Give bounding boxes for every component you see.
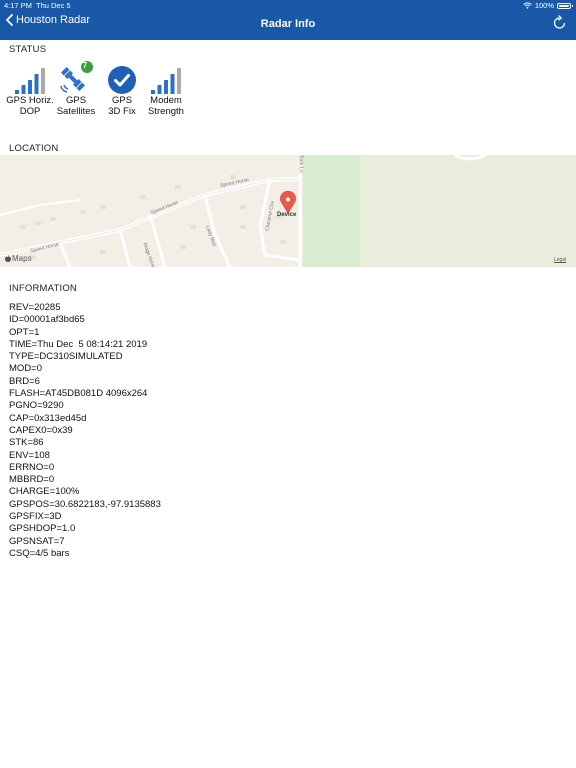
top-bar: 4:17 PM Thu Dec 5 100% Houston Radar Rad… bbox=[0, 0, 576, 40]
signal-bars-icon bbox=[15, 68, 45, 94]
info-line: OPT=1 bbox=[9, 326, 40, 338]
pin-label: Device bbox=[277, 212, 297, 218]
status-gps-hdop[interactable]: GPS Horiz. DOP bbox=[6, 61, 54, 117]
status-row: GPS Horiz. DOP 7 GPS Satellites GPS 3D F… bbox=[6, 61, 190, 117]
info-line: CSQ=4/5 bars bbox=[9, 547, 70, 559]
apple-maps-text: Maps bbox=[12, 254, 32, 263]
info-line: MBBRD=0 bbox=[9, 474, 55, 486]
checkmark-circle-icon bbox=[108, 66, 136, 94]
info-line: MOD=0 bbox=[9, 363, 42, 375]
refresh-button[interactable] bbox=[553, 15, 566, 35]
location-heading: LOCATION bbox=[9, 143, 59, 154]
info-line: GPSHDOP=1.0 bbox=[9, 523, 76, 535]
status-label-line1: GPS Horiz. bbox=[6, 95, 54, 106]
page-title: Radar Info bbox=[260, 18, 316, 30]
status-right: 100% bbox=[522, 0, 573, 11]
legal-link[interactable]: Legal bbox=[554, 257, 566, 263]
status-time: 4:17 PM bbox=[4, 1, 32, 10]
location-map[interactable]: Speed Horse Speed Horse Speed Horse Ches… bbox=[0, 155, 576, 267]
status-label-line2: DOP bbox=[19, 106, 41, 117]
info-line: TIME=Thu Dec 5 08:14:21 2019 bbox=[9, 338, 148, 350]
apple-maps-logo: Maps bbox=[5, 254, 32, 263]
battery-percent: 100% bbox=[534, 1, 554, 10]
information-list: REV=20285 ID=00001af3bd65 OPT=1 TIME=Thu… bbox=[9, 302, 161, 560]
status-label-line1: Modem bbox=[150, 95, 182, 106]
info-line: ID=00001af3bd65 bbox=[9, 314, 85, 326]
wifi-icon bbox=[522, 2, 532, 9]
info-line: ENV=108 bbox=[9, 449, 50, 461]
info-line: PGNO=9290 bbox=[9, 400, 64, 412]
info-line: BRD=6 bbox=[9, 375, 40, 387]
status-label-line2: Strength bbox=[148, 106, 184, 117]
info-line: GPSNSAT=7 bbox=[9, 535, 65, 547]
battery-icon bbox=[557, 2, 573, 9]
status-label-line2: Satellites bbox=[56, 106, 96, 117]
info-line: STK=86 bbox=[9, 437, 44, 449]
apple-icon bbox=[5, 255, 11, 262]
information-heading: INFORMATION bbox=[9, 283, 77, 294]
status-heading: STATUS bbox=[9, 44, 47, 55]
status-day: Thu Dec 5 bbox=[36, 1, 71, 10]
refresh-icon bbox=[553, 15, 566, 29]
info-line: CAPEX0=0x39 bbox=[9, 424, 73, 436]
status-label-line1: GPS bbox=[111, 95, 133, 106]
info-line: CAP=0x313ed45d bbox=[9, 412, 87, 424]
satellite-count-badge: 7 bbox=[82, 61, 88, 70]
street-label: Bark Ln bbox=[297, 155, 304, 173]
info-line: TYPE=DC310SIMULATED bbox=[9, 351, 123, 363]
status-bar: 4:17 PM Thu Dec 5 100% bbox=[0, 0, 576, 11]
info-line: FLASH=AT45DB081D 4096x264 bbox=[9, 388, 148, 400]
info-line: GPSFIX=3D bbox=[9, 511, 62, 523]
info-line: ERRNO=0 bbox=[9, 461, 55, 473]
info-line: REV=20285 bbox=[9, 302, 61, 313]
status-gps-satellites[interactable]: 7 GPS Satellites bbox=[52, 61, 100, 117]
status-gps-3d-fix[interactable]: GPS 3D Fix bbox=[98, 61, 146, 117]
signal-bars-icon bbox=[151, 68, 181, 94]
info-line: GPSPOS=30.6822183,-97.9135883 bbox=[9, 498, 161, 510]
status-label-line2: 3D Fix bbox=[108, 106, 136, 117]
info-line: CHARGE=100% bbox=[9, 486, 80, 498]
status-label-line1: GPS bbox=[65, 95, 87, 106]
status-modem-strength[interactable]: Modem Strength bbox=[142, 61, 190, 117]
nav-bar: Houston Radar Radar Info bbox=[0, 11, 576, 40]
